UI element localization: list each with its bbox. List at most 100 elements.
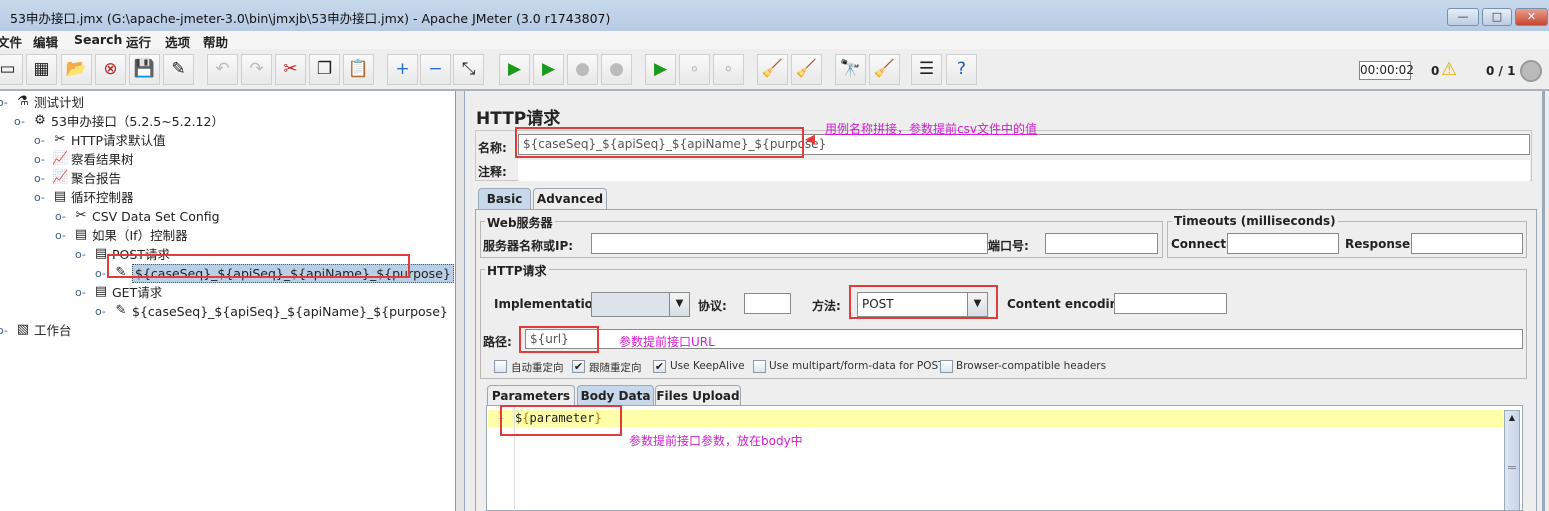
name-annotation: 用例名称拼接，参数提前csv文件中的值 [825,122,1037,136]
clear-button[interactable]: 🧹 [757,54,788,85]
tree-expander[interactable]: o- [14,115,25,128]
tree-expander[interactable]: o- [34,191,45,204]
cut-icon: ✂ [283,59,298,79]
toggle-button[interactable]: ⤡ [453,54,484,85]
new-button[interactable]: ▭ [0,54,23,85]
close-window-button[interactable]: ✕ [1515,8,1548,26]
follow-redirect-checkbox[interactable]: ✔ [572,360,585,373]
browser-headers-checkbox[interactable] [940,360,953,373]
tab-advanced[interactable]: Advanced [533,188,607,209]
reset-search-button[interactable]: 🧹 [869,54,900,85]
web-server-group-title: Web服务器 [485,214,555,231]
tree-expander[interactable]: o- [75,286,86,299]
workbench-icon: ▧ [16,322,30,337]
tree-node[interactable]: 察看结果树 [71,150,134,169]
thread-count: 0 / 1 [1486,64,1516,78]
tree-node[interactable]: 如果（If）控制器 [92,226,188,245]
start-no-pause-button[interactable]: ▶ [533,54,564,85]
paste-button[interactable]: 📋 [343,54,374,85]
connect-label: Connect: [1171,237,1231,251]
tree-node[interactable]: 循环控制器 [71,188,134,207]
remote-start-button[interactable]: ▶ [645,54,676,85]
tree-expander[interactable]: o- [55,229,66,242]
content-encoding-input[interactable] [1114,293,1227,314]
collapse-button[interactable]: − [420,54,451,85]
connect-timeout-input[interactable] [1227,233,1339,254]
tab-files-upload[interactable]: Files Upload [655,385,741,406]
tree-expander[interactable]: o- [34,153,45,166]
tab-body-data[interactable]: Body Data [577,385,654,406]
tree-node[interactable]: 工作台 [34,321,72,340]
search-button[interactable]: 🔭 [835,54,866,85]
scroll-up-icon[interactable]: ▲ [1505,411,1519,425]
tree-expander[interactable]: o- [34,134,45,147]
undo-button[interactable]: ↶ [207,54,238,85]
tree-node[interactable]: CSV Data Set Config [92,207,220,226]
chevron-down-icon[interactable]: ▼ [669,293,689,316]
tree-expander[interactable]: o- [0,324,8,337]
tree-expander[interactable]: o- [55,210,66,223]
tree-expander[interactable]: o- [34,172,45,185]
keepalive-checkbox[interactable]: ✔ [653,360,666,373]
implementation-select[interactable]: ▼ [591,292,690,317]
response-timeout-input[interactable] [1411,233,1523,254]
menu-search[interactable]: Search [74,32,122,47]
save-button[interactable]: 💾 [129,54,160,85]
listener-icon: 📈 [52,151,69,166]
start-button[interactable]: ▶ [499,54,530,85]
split-pane-divider[interactable] [456,91,465,511]
warning-count: 0 [1431,64,1440,78]
auto-redirect-checkbox[interactable] [494,360,507,373]
clear-all-button[interactable]: 🧹 [791,54,822,85]
save-as-button[interactable]: ✎ [163,54,194,85]
cut-button[interactable]: ✂ [275,54,306,85]
remote-start-icon: ▶ [653,59,668,79]
tab-basic[interactable]: Basic [478,188,531,209]
copy-button[interactable]: ❐ [309,54,340,85]
port-input[interactable] [1045,233,1158,254]
clear-icon: 🧹 [761,59,784,79]
help-button[interactable]: ? [946,54,977,85]
server-input[interactable] [591,233,988,254]
tree-expander[interactable]: o- [75,248,86,261]
protocol-input[interactable] [744,293,791,314]
remote-stop-button[interactable]: ∘ [679,54,710,85]
protocol-label: 协议: [698,299,727,313]
templates-button[interactable]: ▦ [26,54,57,85]
tree-node[interactable]: 聚合报告 [71,169,121,188]
tree-node[interactable]: 53申办接口（5.2.5~5.2.12） [51,112,224,131]
tab-parameters[interactable]: Parameters [487,385,575,406]
maximize-button[interactable]: □ [1482,8,1512,26]
tree-expander[interactable]: o- [95,305,106,318]
shutdown-button[interactable]: ● [601,54,632,85]
tree-node[interactable]: ${caseSeq}_${apiSeq}_${apiName}_${purpos… [132,302,448,321]
remote-shutdown-button[interactable]: ∘ [713,54,744,85]
thread-group-icon: ⚙ [34,113,46,128]
http-group-title: HTTP请求 [485,262,549,279]
stop-button[interactable]: ● [567,54,598,85]
multipart-checkbox[interactable] [753,360,766,373]
comment-input[interactable] [518,160,1530,181]
open-icon: 📂 [65,59,88,79]
response-label: Response: [1345,237,1415,251]
tree-node[interactable]: HTTP请求默认值 [71,131,166,150]
tree-expander[interactable]: o- [95,267,106,280]
editor-scrollbar[interactable]: ▲ [1504,410,1520,511]
elapsed-time: 00:00:02 [1359,61,1414,80]
redo-button[interactable]: ↷ [241,54,272,85]
path-annotation: 参数提前接口URL [619,335,715,349]
current-line-highlight [488,410,1503,427]
remote-stop-icon: ∘ [689,59,700,79]
close-icon: ⊗ [103,59,118,79]
expand-button[interactable]: + [387,54,418,85]
minimize-button[interactable]: — [1447,8,1479,26]
config-icon: ✂ [75,208,87,223]
tree-node[interactable]: GET请求 [112,283,162,302]
keepalive-label: Use KeepAlive [670,360,745,372]
tree-node[interactable]: 测试计划 [34,93,84,112]
open-button[interactable]: 📂 [61,54,92,85]
tree-highlight-box [107,254,410,278]
tree-expander[interactable]: o- [0,96,8,109]
function-helper-button[interactable]: ☰ [911,54,942,85]
close-button[interactable]: ⊗ [95,54,126,85]
